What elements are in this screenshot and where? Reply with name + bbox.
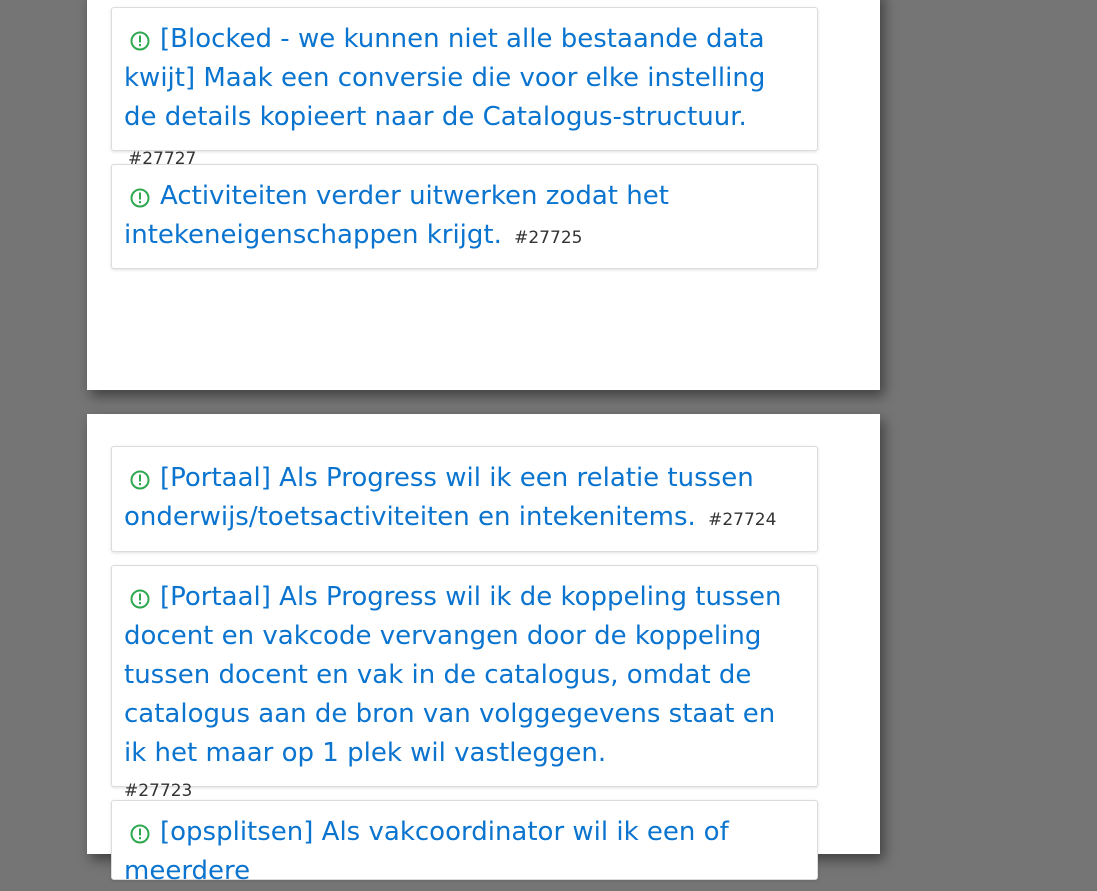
work-item-title-text[interactable]: [Blocked - we kunnen niet alle bestaande… [124, 24, 765, 132]
work-item-card: [Blocked - we kunnen niet alle bestaande… [111, 7, 818, 169]
work-item-title-link[interactable]: [Portaal] Als Progress wil ik een relati… [124, 459, 805, 540]
work-item-card: [Portaal] Als Progress wil ik een relati… [111, 446, 818, 552]
exclamation-circle-icon [130, 582, 150, 609]
work-item-title-link[interactable]: [Blocked - we kunnen niet alle bestaande… [124, 20, 805, 179]
exclamation-circle-icon [130, 24, 150, 51]
exclamation-circle-icon [130, 817, 150, 844]
work-item-title-link[interactable]: [Portaal] Als Progress wil ik de koppeli… [124, 578, 805, 773]
work-item-card: [opsplitsen] Als vakcoordinator wil ik e… [111, 800, 818, 886]
work-item-title-link[interactable]: [opsplitsen] Als vakcoordinator wil ik e… [124, 813, 805, 891]
exclamation-circle-icon [130, 463, 150, 490]
work-item-title-text[interactable]: [opsplitsen] Als vakcoordinator wil ik e… [124, 817, 729, 886]
work-item-title-link[interactable]: Activiteiten verder uitwerken zodat het … [124, 177, 805, 258]
work-item-title-text[interactable]: Activiteiten verder uitwerken zodat het … [124, 181, 669, 250]
work-item-card: [Portaal] Als Progress wil ik de koppeli… [111, 565, 818, 801]
work-item-title-text[interactable]: [Portaal] Als Progress wil ik de koppeli… [124, 582, 782, 768]
work-item-id: #27724 [708, 510, 777, 530]
exclamation-circle-icon [130, 181, 150, 208]
work-item-panel: [Blocked - we kunnen niet alle bestaande… [87, 0, 880, 390]
work-item-title-text[interactable]: [Portaal] Als Progress wil ik een relati… [124, 463, 754, 532]
work-item-id: #27725 [514, 228, 583, 248]
work-item-card: Activiteiten verder uitwerken zodat het … [111, 164, 818, 269]
work-item-panel: [Portaal] Als Progress wil ik een relati… [87, 414, 880, 886]
